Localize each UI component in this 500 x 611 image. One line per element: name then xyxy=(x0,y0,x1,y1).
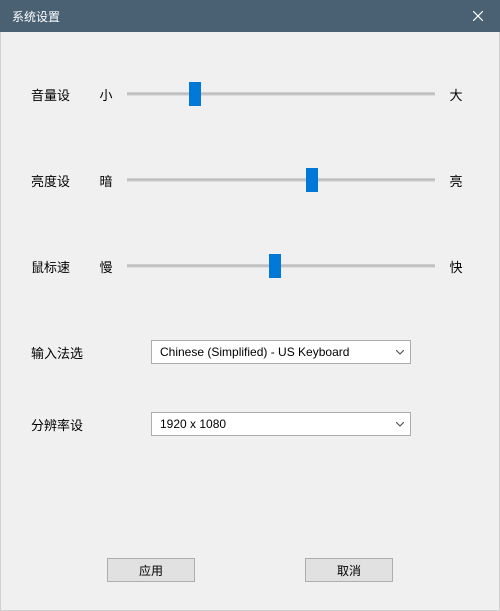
brightness-slider[interactable] xyxy=(127,168,435,192)
resolution-label: 分辨率设 xyxy=(31,415,151,434)
brightness-min-label: 暗 xyxy=(93,171,119,190)
window-title: 系统设置 xyxy=(12,8,60,25)
close-icon xyxy=(473,9,483,24)
mouse-speed-min-label: 慢 xyxy=(93,257,119,276)
mouse-speed-label: 鼠标速 xyxy=(31,257,93,276)
brightness-slider-thumb[interactable] xyxy=(306,168,318,192)
ime-row: 输入法选 Chinese (Simplified) - US Keyboard xyxy=(31,340,469,364)
titlebar: 系统设置 xyxy=(0,0,500,32)
ime-combobox[interactable]: Chinese (Simplified) - US Keyboard xyxy=(151,340,411,364)
brightness-row: 亮度设 暗 亮 xyxy=(31,168,469,192)
brightness-max-label: 亮 xyxy=(443,171,469,190)
close-button[interactable] xyxy=(455,0,500,32)
ime-label: 输入法选 xyxy=(31,343,151,362)
ime-selected-value: Chinese (Simplified) - US Keyboard xyxy=(160,345,349,359)
volume-max-label: 大 xyxy=(443,85,469,104)
brightness-label: 亮度设 xyxy=(31,171,93,190)
apply-button-label: 应用 xyxy=(139,562,163,579)
dialog-content: 音量设 小 大 亮度设 暗 亮 鼠标速 慢 快 输入法选 Chinese (Si… xyxy=(0,32,500,611)
volume-row: 音量设 小 大 xyxy=(31,82,469,106)
cancel-button[interactable]: 取消 xyxy=(305,558,393,582)
resolution-row: 分辨率设 1920 x 1080 xyxy=(31,412,469,436)
mouse-speed-slider-thumb[interactable] xyxy=(269,254,281,278)
slider-track xyxy=(127,265,435,268)
slider-track xyxy=(127,179,435,182)
mouse-speed-row: 鼠标速 慢 快 xyxy=(31,254,469,278)
mouse-speed-slider[interactable] xyxy=(127,254,435,278)
cancel-button-label: 取消 xyxy=(337,562,361,579)
mouse-speed-max-label: 快 xyxy=(443,257,469,276)
volume-slider-thumb[interactable] xyxy=(189,82,201,106)
apply-button[interactable]: 应用 xyxy=(107,558,195,582)
chevron-down-icon xyxy=(396,419,404,430)
slider-track xyxy=(127,93,435,96)
button-row: 应用 取消 xyxy=(1,558,499,582)
volume-slider[interactable] xyxy=(127,82,435,106)
volume-min-label: 小 xyxy=(93,85,119,104)
chevron-down-icon xyxy=(396,347,404,358)
resolution-selected-value: 1920 x 1080 xyxy=(160,417,226,431)
volume-label: 音量设 xyxy=(31,85,93,104)
resolution-combobox[interactable]: 1920 x 1080 xyxy=(151,412,411,436)
